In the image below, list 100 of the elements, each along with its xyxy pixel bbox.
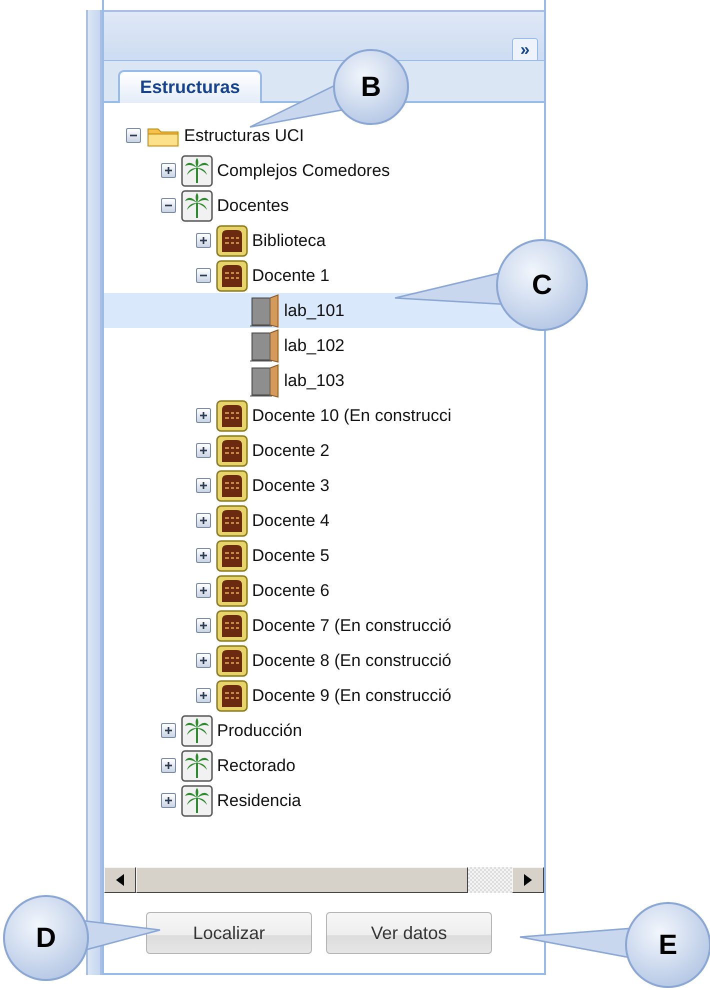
callout-letter: B: [360, 71, 382, 103]
horizontal-scrollbar[interactable]: [104, 866, 544, 893]
expand-toggle[interactable]: [196, 443, 211, 458]
node-label: Estructuras UCI: [184, 126, 304, 146]
expand-icon: [199, 481, 208, 490]
view-data-button[interactable]: Ver datos: [326, 912, 492, 954]
collapse-panel-button[interactable]: »: [512, 38, 538, 62]
door-icon: [250, 328, 280, 362]
node-label: Docente 6: [252, 580, 330, 600]
building-icon: [216, 680, 248, 712]
expand-toggle[interactable]: [196, 513, 211, 528]
building-icon: [216, 540, 248, 572]
expand-icon: [199, 516, 208, 525]
tree-node[interactable]: Docente 4: [104, 503, 330, 538]
tree-node[interactable]: Docente 6: [104, 573, 330, 608]
palm-tree-icon: [181, 784, 213, 816]
expand-toggle[interactable]: [161, 198, 176, 213]
tree-node[interactable]: Residencia: [104, 783, 302, 818]
tree-node[interactable]: Docente 1: [104, 258, 330, 293]
building-icon: [216, 644, 248, 676]
node-label: Biblioteca: [252, 230, 326, 250]
tree-node[interactable]: Producción: [104, 713, 302, 748]
node-label: Docente 4: [252, 510, 330, 530]
node-label: Docente 8 (En construcció: [252, 650, 452, 670]
expand-toggle[interactable]: [196, 268, 211, 283]
palm-tree-icon: [181, 154, 213, 186]
building-icon: [216, 470, 248, 502]
expand-toggle[interactable]: [196, 688, 211, 703]
building-icon: [216, 610, 248, 642]
node-label: Docente 5: [252, 546, 330, 566]
node-label: lab_102: [284, 336, 345, 356]
palm-tree-icon: [181, 190, 213, 222]
node-label: Complejos Comedores: [217, 160, 390, 180]
node-label: lab_103: [284, 370, 345, 390]
expand-toggle[interactable]: [161, 758, 176, 773]
callout-letter: E: [658, 929, 678, 961]
expand-toggle[interactable]: [161, 163, 176, 178]
expand-icon: [164, 726, 173, 735]
tree-node[interactable]: Docentes: [104, 188, 289, 223]
expand-toggle[interactable]: [196, 408, 211, 423]
expand-icon: [164, 761, 173, 770]
tree-node[interactable]: Docente 7 (En construcció: [104, 608, 452, 643]
expand-toggle[interactable]: [196, 653, 211, 668]
tab[interactable]: Estructuras: [118, 70, 262, 103]
expand-icon: [199, 411, 208, 420]
palm-tree-icon: [181, 750, 213, 782]
node-label: Docente 10 (En construcci: [252, 406, 452, 426]
expand-toggle[interactable]: [196, 618, 211, 633]
expand-icon: [199, 656, 208, 665]
node-label: Rectorado: [217, 756, 296, 776]
locate-button[interactable]: Localizar: [146, 912, 312, 954]
expand-toggle[interactable]: [196, 233, 211, 248]
scroll-right-button[interactable]: [512, 867, 544, 893]
building-icon: [216, 400, 248, 432]
tree-node[interactable]: Docente 5: [104, 538, 330, 573]
expand-icon: [199, 236, 208, 245]
left-arrow-icon: [116, 874, 124, 886]
callout-letter: D: [36, 922, 56, 954]
tree-node[interactable]: Docente 2: [104, 433, 330, 468]
expand-icon: [164, 166, 173, 175]
scrollbar-thumb[interactable]: [136, 867, 468, 893]
tree-node[interactable]: Docente 10 (En construcci: [104, 398, 452, 433]
expand-toggle[interactable]: [196, 548, 211, 563]
node-label: Docentes: [217, 196, 289, 216]
building-icon: [216, 574, 248, 606]
expand-toggle[interactable]: [161, 723, 176, 738]
expand-toggle[interactable]: [161, 793, 176, 808]
node-label: Docente 1: [252, 266, 330, 286]
tree-node[interactable]: Docente 9 (En construcció: [104, 678, 452, 713]
building-icon: [216, 504, 248, 536]
node-label: Docente 9 (En construcció: [252, 686, 452, 706]
node-label: lab_101: [284, 300, 345, 320]
expand-icon: [199, 586, 208, 595]
expand-icon: [199, 621, 208, 630]
tree-node[interactable]: Biblioteca: [104, 223, 326, 258]
palm-tree-icon: [181, 714, 213, 746]
building-icon: [216, 224, 248, 256]
tree-node[interactable]: lab_102: [104, 328, 345, 363]
tree-node[interactable]: Complejos Comedores: [104, 153, 390, 188]
node-label: Producción: [217, 720, 302, 740]
expand-toggle[interactable]: [196, 478, 211, 493]
node-label: Docente 7 (En construcció: [252, 616, 452, 636]
expand-icon: [199, 691, 208, 700]
expand-icon: [164, 796, 173, 805]
building-icon: [216, 434, 248, 466]
node-label: Docente 2: [252, 440, 330, 460]
tree-node[interactable]: lab_103: [104, 363, 345, 398]
tree-node[interactable]: Estructuras UCI: [104, 118, 304, 153]
node-label: Residencia: [217, 790, 302, 810]
tree-node[interactable]: Docente 8 (En construcció: [104, 643, 452, 678]
expand-toggle[interactable]: [126, 128, 141, 143]
expand-toggle[interactable]: [196, 583, 211, 598]
tree-node[interactable]: Docente 3: [104, 468, 330, 503]
node-label: Docente 3: [252, 476, 330, 496]
door-icon: [250, 364, 280, 398]
expand-icon: [199, 446, 208, 455]
tree-node[interactable]: Rectorado: [104, 748, 296, 783]
expand-icon: [199, 551, 208, 560]
building-icon: [216, 260, 248, 292]
scroll-left-button[interactable]: [104, 867, 136, 893]
